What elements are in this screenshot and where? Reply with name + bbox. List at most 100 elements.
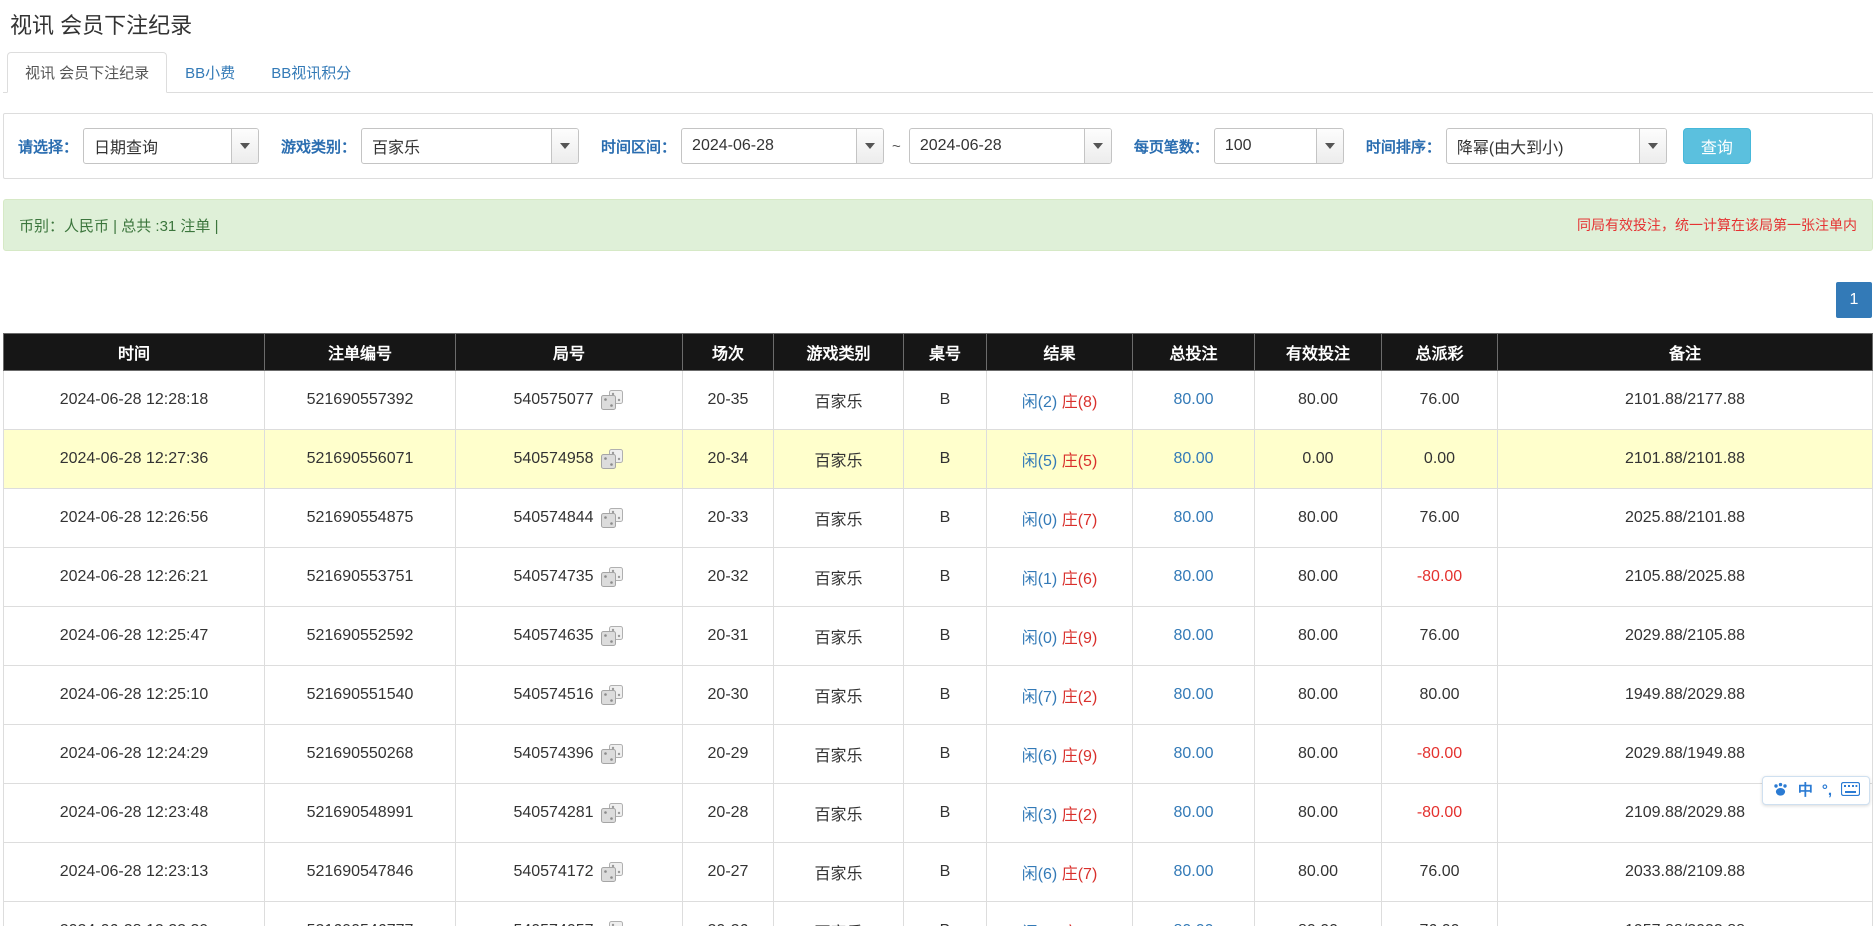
cell-valid-bet: 0.00 — [1255, 430, 1382, 489]
page-size-dropdown-button[interactable] — [1316, 129, 1343, 163]
cell-result: 闲(6) 庄(7) — [987, 843, 1133, 902]
page-size-label: 每页笔数： — [1134, 136, 1209, 157]
cell-round-id: 540574396 — [456, 725, 683, 784]
total-bet-link[interactable]: 80.00 — [1173, 627, 1213, 644]
result-player: 闲(3) — [1022, 807, 1058, 824]
result-player: 闲(2) — [1022, 394, 1058, 411]
pagination: 1 — [3, 282, 1872, 318]
dice-icon[interactable] — [600, 566, 625, 589]
cell-time: 2024-06-28 12:22:39 — [4, 902, 265, 926]
cell-note: 2033.88/2109.88 — [1498, 843, 1873, 902]
round-id-text: 540574516 — [513, 686, 593, 704]
cell-game-type: 百家乐 — [774, 843, 904, 902]
total-bet-link[interactable]: 80.00 — [1173, 568, 1213, 585]
result-banker: 庄(5) — [1062, 453, 1098, 470]
cell-bet-id: 521690547846 — [265, 843, 456, 902]
page-title: 视讯 会员下注纪录 — [3, 0, 1873, 52]
cell-table-no: B — [904, 725, 987, 784]
query-type-select[interactable]: 日期查询 — [83, 128, 259, 164]
cell-result: 闲(5) 庄(5) — [987, 430, 1133, 489]
result-player: 闲(5) — [1022, 453, 1058, 470]
dice-icon[interactable] — [600, 448, 625, 471]
total-bet-link[interactable]: 80.00 — [1173, 922, 1213, 926]
table-row: 2024-06-28 12:27:36 521690556071 5405749… — [4, 430, 1873, 489]
date-end-select[interactable]: 2024-06-28 — [909, 128, 1112, 164]
cell-time: 2024-06-28 12:23:13 — [4, 843, 265, 902]
total-bet-link[interactable]: 80.00 — [1173, 804, 1213, 821]
cell-payout: 76.00 — [1382, 902, 1498, 926]
game-type-select[interactable]: 百家乐 — [361, 128, 579, 164]
page-button-1[interactable]: 1 — [1836, 282, 1872, 318]
cell-valid-bet: 80.00 — [1255, 607, 1382, 666]
page: 视讯 会员下注纪录 视讯 会员下注纪录 BB小费 BB视讯积分 请选择： 日期查… — [0, 0, 1876, 926]
cell-session: 20-27 — [683, 843, 774, 902]
round-id-text: 540574844 — [513, 509, 593, 527]
cell-payout: 76.00 — [1382, 843, 1498, 902]
dice-icon[interactable] — [600, 389, 625, 412]
game-type-label: 游戏类别： — [281, 136, 356, 157]
tab-bb-tips[interactable]: BB小费 — [167, 52, 253, 93]
cell-payout: -80.00 — [1382, 725, 1498, 784]
result-banker: 庄(2) — [1062, 807, 1098, 824]
page-size-select[interactable]: 100 — [1214, 128, 1344, 164]
query-type-dropdown-button[interactable] — [231, 129, 258, 163]
query-button[interactable]: 查询 — [1683, 128, 1751, 164]
cell-valid-bet: 80.00 — [1255, 725, 1382, 784]
dice-icon[interactable] — [600, 684, 625, 707]
round-id-text: 540574057 — [513, 922, 593, 926]
date-end-value: 2024-06-28 — [910, 129, 1084, 163]
cell-valid-bet: 80.00 — [1255, 489, 1382, 548]
bet-records-table: 时间 注单编号 局号 场次 游戏类别 桌号 结果 总投注 有效投注 总派彩 备注… — [3, 333, 1873, 926]
table-row: 2024-06-28 12:26:21 521690553751 5405747… — [4, 548, 1873, 607]
cell-payout: 76.00 — [1382, 489, 1498, 548]
cell-bet-id: 521690553751 — [265, 548, 456, 607]
cell-bet-id: 521690554875 — [265, 489, 456, 548]
dice-icon[interactable] — [600, 743, 625, 766]
cell-time: 2024-06-28 12:24:29 — [4, 725, 265, 784]
sort-dropdown-button[interactable] — [1639, 129, 1666, 163]
currency-total-text: 币别：人民币 | 总共 :31 注单 | — [19, 215, 218, 236]
date-start-dropdown-button[interactable] — [856, 129, 883, 163]
cell-total-bet: 80.00 — [1133, 784, 1255, 843]
ime-logo-paw-icon[interactable] — [1772, 782, 1789, 800]
cell-note: 2029.88/1949.88 — [1498, 725, 1873, 784]
chevron-down-icon — [865, 143, 875, 149]
result-player: 闲(0) — [1022, 512, 1058, 529]
total-bet-link[interactable]: 80.00 — [1173, 450, 1213, 467]
tab-bb-video-points[interactable]: BB视讯积分 — [253, 52, 369, 93]
cell-result: 闲(0) 庄(7) — [987, 489, 1133, 548]
game-type-dropdown-button[interactable] — [551, 129, 578, 163]
cell-total-bet: 80.00 — [1133, 371, 1255, 430]
cell-total-bet: 80.00 — [1133, 666, 1255, 725]
tab-betting-records[interactable]: 视讯 会员下注纪录 — [7, 52, 167, 93]
dice-icon[interactable] — [600, 920, 625, 926]
dice-icon[interactable] — [600, 507, 625, 530]
cell-bet-id: 521690548991 — [265, 784, 456, 843]
cell-result: 闲(6) 庄(9) — [987, 725, 1133, 784]
cell-table-no: B — [904, 371, 987, 430]
header-session: 场次 — [683, 334, 774, 371]
date-start-select[interactable]: 2024-06-28 — [681, 128, 884, 164]
header-result: 结果 — [987, 334, 1133, 371]
cell-round-id: 540574958 — [456, 430, 683, 489]
cell-note: 2101.88/2177.88 — [1498, 371, 1873, 430]
date-end-dropdown-button[interactable] — [1084, 129, 1111, 163]
cell-total-bet: 80.00 — [1133, 430, 1255, 489]
total-bet-link[interactable]: 80.00 — [1173, 509, 1213, 526]
total-bet-link[interactable]: 80.00 — [1173, 745, 1213, 762]
total-bet-link[interactable]: 80.00 — [1173, 686, 1213, 703]
ime-punctuation-mode-icon[interactable]: °, — [1822, 783, 1832, 798]
ime-keyboard-icon[interactable] — [1841, 782, 1860, 799]
total-bet-link[interactable]: 80.00 — [1173, 863, 1213, 880]
table-row: 2024-06-28 12:25:10 521690551540 5405745… — [4, 666, 1873, 725]
total-bet-link[interactable]: 80.00 — [1173, 391, 1213, 408]
cell-result: 闲(0) 庄(9) — [987, 607, 1133, 666]
round-id-text: 540574396 — [513, 745, 593, 763]
dice-icon[interactable] — [600, 861, 625, 884]
cell-game-type: 百家乐 — [774, 430, 904, 489]
dice-icon[interactable] — [600, 802, 625, 825]
ime-chinese-mode-icon[interactable]: 中 — [1798, 783, 1813, 798]
dice-icon[interactable] — [600, 625, 625, 648]
cell-payout: 0.00 — [1382, 430, 1498, 489]
sort-select[interactable]: 降幂(由大到小) — [1446, 128, 1667, 164]
